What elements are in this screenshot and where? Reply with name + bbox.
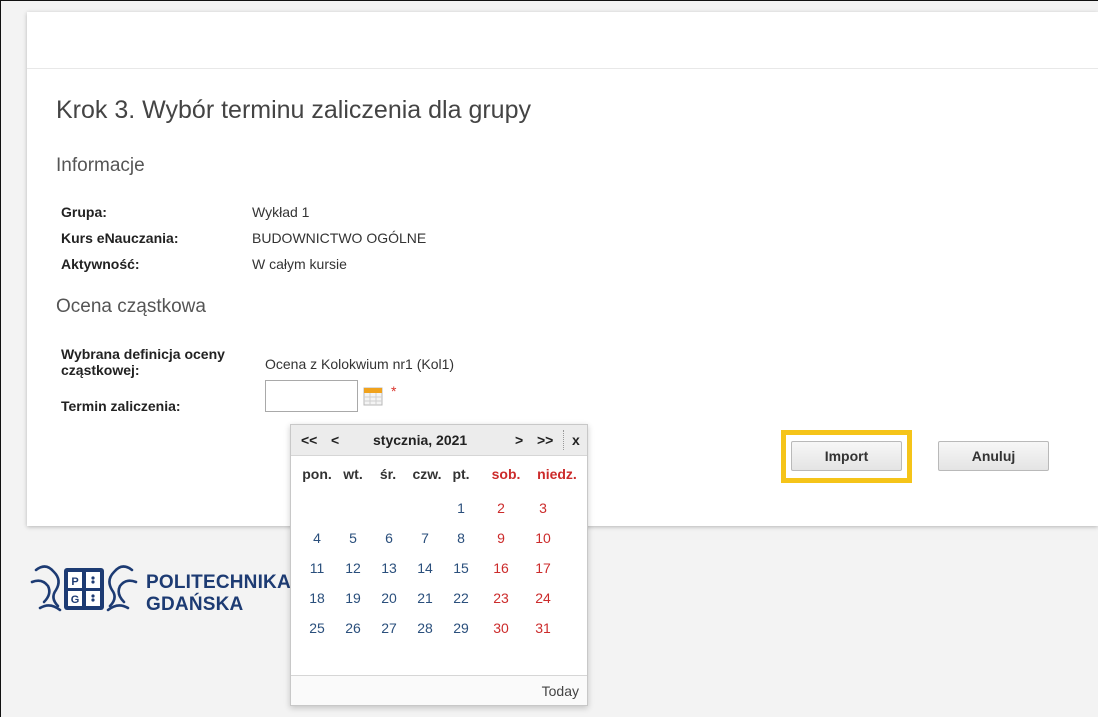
group-label: Grupa: bbox=[61, 204, 107, 220]
calendar-day[interactable]: 9 bbox=[483, 530, 519, 546]
logo-line1: POLITECHNIKA bbox=[146, 572, 291, 593]
definition-label-line1: Wybrana definicja oceny bbox=[61, 346, 225, 362]
close-calendar-button[interactable]: x bbox=[572, 432, 580, 448]
calendar-day[interactable]: 4 bbox=[299, 530, 335, 546]
month-title: stycznia, 2021 bbox=[373, 432, 468, 448]
date-picker-header: << < stycznia, 2021 > >> x bbox=[291, 425, 587, 456]
calendar-day[interactable]: 19 bbox=[335, 590, 371, 606]
calendar-day[interactable]: 3 bbox=[525, 500, 561, 516]
calendar-day[interactable]: 29 bbox=[443, 620, 479, 636]
deadline-label: Termin zaliczenia: bbox=[61, 398, 181, 414]
deadline-date-input[interactable] bbox=[265, 380, 358, 412]
date-picker-footer: Today bbox=[291, 675, 587, 705]
calendar-day[interactable]: 6 bbox=[371, 530, 407, 546]
definition-value: Ocena z Kolokwium nr1 (Kol1) bbox=[265, 356, 455, 372]
calendar-day[interactable]: 30 bbox=[483, 620, 519, 636]
course-label: Kurs eNauczania: bbox=[61, 230, 179, 246]
prev-year-button[interactable]: << bbox=[301, 432, 317, 448]
calendar-day[interactable]: 7 bbox=[407, 530, 443, 546]
calendar-day[interactable]: 13 bbox=[371, 560, 407, 576]
weekday-name: niedz. bbox=[537, 466, 577, 482]
weekday-name: śr. bbox=[379, 466, 397, 482]
cancel-button[interactable]: Anuluj bbox=[938, 441, 1049, 471]
calendar-day[interactable]: 23 bbox=[483, 590, 519, 606]
logo-emblem-icon: P G bbox=[30, 565, 138, 612]
calendar-day[interactable]: 14 bbox=[407, 560, 443, 576]
next-month-button[interactable]: > bbox=[515, 432, 523, 448]
weekday-name: czw. bbox=[412, 466, 442, 482]
import-button[interactable]: Import bbox=[791, 441, 902, 471]
definition-label: Wybrana definicja oceny cząstkowej: bbox=[61, 346, 225, 378]
calendar-day[interactable]: 22 bbox=[443, 590, 479, 606]
calendar-day[interactable]: 26 bbox=[335, 620, 371, 636]
calendar-day[interactable]: 2 bbox=[483, 500, 519, 516]
svg-text:P: P bbox=[71, 576, 78, 588]
calendar-day[interactable]: 15 bbox=[443, 560, 479, 576]
calendar-day[interactable]: 10 bbox=[525, 530, 561, 546]
calendar-day[interactable]: 24 bbox=[525, 590, 561, 606]
group-value: Wykład 1 bbox=[252, 204, 310, 220]
prev-month-button[interactable]: < bbox=[331, 432, 339, 448]
logo-line2: GDAŃSKA bbox=[146, 594, 244, 615]
weekday-name: pon. bbox=[302, 466, 332, 482]
required-marker: * bbox=[391, 383, 397, 399]
calendar-day[interactable]: 20 bbox=[371, 590, 407, 606]
next-year-button[interactable]: >> bbox=[537, 432, 553, 448]
calendar-day[interactable]: 17 bbox=[525, 560, 561, 576]
section-heading-partial: Ocena cząstkowa bbox=[56, 296, 206, 317]
activity-label: Aktywność: bbox=[61, 256, 140, 272]
course-value: BUDOWNICTWO OGÓLNE bbox=[252, 230, 427, 246]
calendar-day[interactable]: 12 bbox=[335, 560, 371, 576]
activity-value: W całym kursie bbox=[252, 256, 347, 272]
section-heading-info: Informacje bbox=[56, 155, 145, 176]
calendar-icon[interactable] bbox=[363, 386, 383, 406]
weekday-name: pt. bbox=[452, 466, 470, 482]
calendar-day[interactable]: 21 bbox=[407, 590, 443, 606]
calendar-day[interactable]: 5 bbox=[335, 530, 371, 546]
weekday-names: pon. wt. śr. czw. pt. sob. niedz. bbox=[291, 466, 587, 488]
date-picker-popup: << < stycznia, 2021 > >> x pon. wt. śr. czw… bbox=[290, 424, 588, 706]
panel-divider bbox=[27, 68, 1098, 69]
svg-text:G: G bbox=[71, 594, 80, 606]
calendar-day[interactable]: 1 bbox=[443, 500, 479, 516]
calendar-day[interactable]: 18 bbox=[299, 590, 335, 606]
calendar-day[interactable]: 11 bbox=[299, 560, 335, 576]
calendar-day[interactable]: 28 bbox=[407, 620, 443, 636]
today-button[interactable]: Today bbox=[542, 683, 579, 699]
calendar-day[interactable]: 27 bbox=[371, 620, 407, 636]
page-title: Krok 3. Wybór terminu zaliczenia dla gru… bbox=[56, 96, 531, 124]
weekday-name: wt. bbox=[343, 466, 363, 482]
weekday-name: sob. bbox=[491, 466, 521, 482]
definition-label-line2: cząstkowej: bbox=[61, 362, 140, 378]
calendar-day[interactable]: 25 bbox=[299, 620, 335, 636]
calendar-day[interactable]: 8 bbox=[443, 530, 479, 546]
header-separator bbox=[563, 430, 564, 450]
calendar-day[interactable]: 31 bbox=[525, 620, 561, 636]
university-logo: P G POLITECHNIKA GDAŃSKA bbox=[28, 558, 298, 618]
calendar-day[interactable]: 16 bbox=[483, 560, 519, 576]
